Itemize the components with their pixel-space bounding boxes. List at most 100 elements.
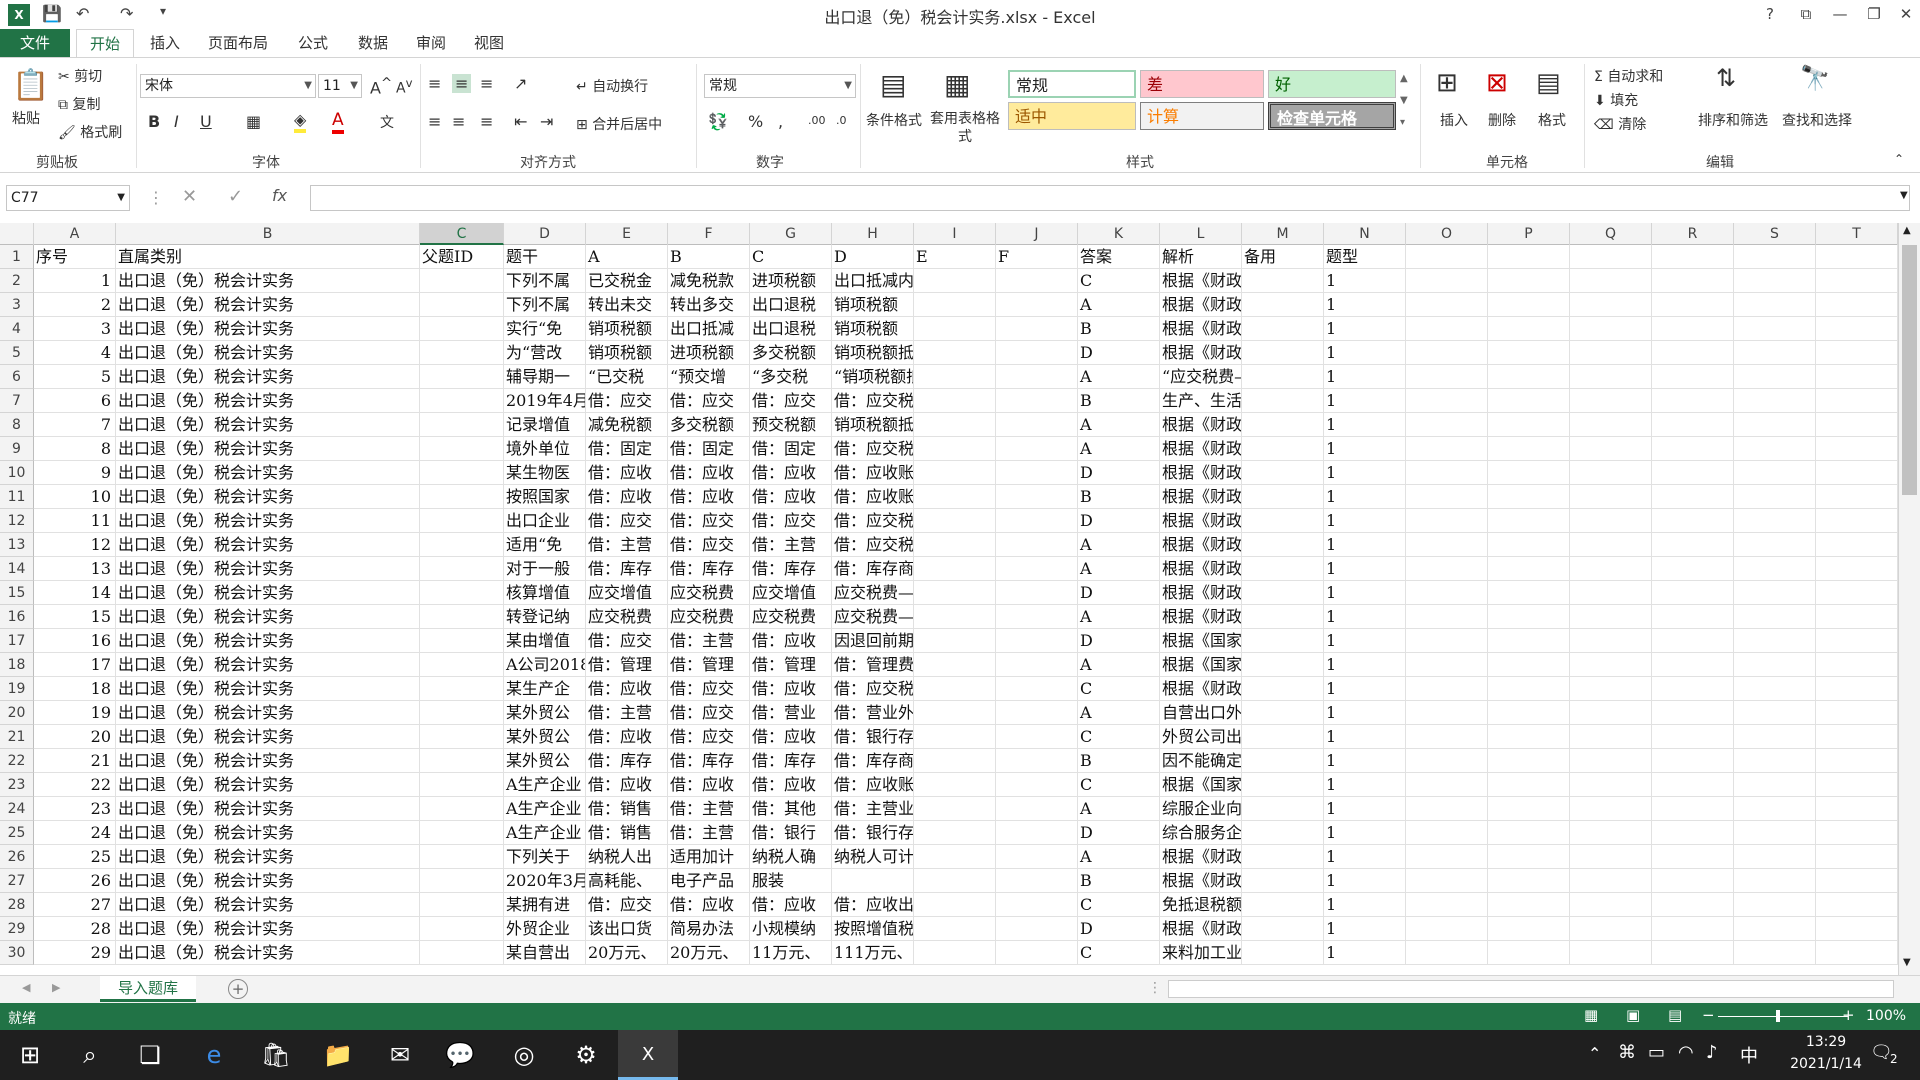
row-header[interactable]: 28 (0, 893, 34, 917)
paste-button[interactable]: 粘贴 (12, 108, 40, 128)
zoom-slider-thumb[interactable] (1776, 1010, 1780, 1022)
cell[interactable]: 某外贸公 (504, 725, 586, 749)
cell[interactable] (420, 869, 504, 893)
tray-network-icon[interactable]: ⌘ (1618, 1042, 1636, 1063)
cell[interactable] (1734, 413, 1816, 437)
cell[interactable] (1570, 893, 1652, 917)
cell[interactable] (996, 533, 1078, 557)
cell[interactable] (1652, 341, 1734, 365)
tab-review[interactable]: 审阅 (408, 29, 454, 58)
cell[interactable]: 纳税人可计提但未计提的加计 (832, 845, 914, 869)
cell[interactable] (1488, 821, 1570, 845)
styles-scroll-icon[interactable]: ▲ ▼ ▾ (1400, 68, 1408, 134)
fill-button[interactable]: ⬇ 填充 (1594, 90, 1638, 110)
cell[interactable] (914, 941, 996, 965)
cell[interactable] (1488, 653, 1570, 677)
cell[interactable] (1652, 437, 1734, 461)
cell[interactable] (1816, 653, 1898, 677)
cell[interactable] (914, 653, 996, 677)
cell[interactable]: 1 (1324, 941, 1406, 965)
cell[interactable] (1652, 917, 1734, 941)
cell[interactable] (914, 461, 996, 485)
header-cell[interactable]: F (996, 245, 1078, 269)
cell[interactable] (996, 557, 1078, 581)
column-header[interactable]: O (1406, 223, 1488, 245)
cell[interactable] (996, 269, 1078, 293)
cell[interactable] (996, 485, 1078, 509)
font-color-icon[interactable]: A (332, 110, 344, 134)
cell[interactable]: A (1078, 701, 1160, 725)
cell[interactable] (1570, 317, 1652, 341)
cell[interactable]: 8 (34, 437, 116, 461)
cell[interactable] (1652, 605, 1734, 629)
cell[interactable]: 对于一般 (504, 557, 586, 581)
cell[interactable]: 28 (34, 917, 116, 941)
style-calculation[interactable]: 计算 (1140, 102, 1264, 130)
cell[interactable] (1488, 365, 1570, 389)
cell[interactable]: 7 (34, 413, 116, 437)
cell[interactable]: 纳税人确 (750, 845, 832, 869)
row-header[interactable]: 2 (0, 269, 34, 293)
row-header[interactable]: 24 (0, 797, 34, 821)
cell[interactable]: 出口退（免）税会计实务 (116, 821, 420, 845)
cell[interactable]: 借：应交 (750, 509, 832, 533)
row-header[interactable]: 30 (0, 941, 34, 965)
cell[interactable] (1406, 533, 1488, 557)
cell[interactable] (1652, 533, 1734, 557)
header-cell[interactable] (1816, 245, 1898, 269)
cell[interactable] (1570, 269, 1652, 293)
cell[interactable] (1242, 917, 1324, 941)
cell[interactable]: 出口退（免）税会计实务 (116, 389, 420, 413)
cell[interactable] (1570, 749, 1652, 773)
cell[interactable] (1488, 773, 1570, 797)
cell[interactable]: 1 (1324, 653, 1406, 677)
cell[interactable]: 出口退（免）税会计实务 (116, 941, 420, 965)
cell[interactable]: 3 (34, 317, 116, 341)
cell[interactable]: 29 (34, 941, 116, 965)
expand-formula-icon[interactable]: ▼ (1900, 190, 1908, 201)
scroll-down-icon[interactable]: ▼ (1903, 957, 1911, 968)
cell[interactable]: 借：应交 (668, 677, 750, 701)
edge-icon[interactable]: e (184, 1030, 244, 1080)
cell[interactable] (914, 725, 996, 749)
cell[interactable]: 1 (1324, 845, 1406, 869)
column-header[interactable]: E (586, 223, 668, 245)
cell[interactable]: 借：库存 (668, 749, 750, 773)
minimize-icon[interactable]: — (1822, 2, 1858, 26)
conditional-format-icon[interactable]: ▤ (880, 68, 906, 101)
cell[interactable] (996, 677, 1078, 701)
cell[interactable]: 借：主营 (668, 629, 750, 653)
cell[interactable] (914, 797, 996, 821)
cell[interactable]: 借：应收 (586, 725, 668, 749)
cell[interactable] (1734, 365, 1816, 389)
cell[interactable] (996, 629, 1078, 653)
cell[interactable] (1816, 725, 1898, 749)
cell[interactable] (420, 341, 504, 365)
cell[interactable] (1488, 941, 1570, 965)
decrease-decimal-icon[interactable]: .0 (836, 114, 847, 127)
cell[interactable] (996, 749, 1078, 773)
cell[interactable] (1734, 893, 1816, 917)
cell[interactable]: 借：固定 (668, 437, 750, 461)
cell[interactable] (420, 365, 504, 389)
column-header[interactable]: N (1324, 223, 1406, 245)
cell[interactable] (914, 893, 996, 917)
cell[interactable]: D (1078, 509, 1160, 533)
cell[interactable] (1570, 869, 1652, 893)
cell[interactable]: 借：营业 (750, 701, 832, 725)
cell[interactable] (1816, 605, 1898, 629)
cell[interactable] (996, 773, 1078, 797)
cell[interactable]: 借：主营 (668, 821, 750, 845)
cell[interactable]: 下列不属 (504, 293, 586, 317)
cell[interactable] (914, 701, 996, 725)
cell[interactable]: 1 (1324, 413, 1406, 437)
row-header[interactable]: 10 (0, 461, 34, 485)
cell[interactable] (996, 797, 1078, 821)
cell[interactable]: 借：应收账款——综服企业745 (832, 773, 914, 797)
cell[interactable] (1816, 869, 1898, 893)
orientation-icon[interactable]: ↗ (514, 74, 527, 93)
cell[interactable]: A公司2018 (504, 653, 586, 677)
cell[interactable] (1406, 413, 1488, 437)
cell[interactable] (1488, 317, 1570, 341)
row-header[interactable]: 5 (0, 341, 34, 365)
